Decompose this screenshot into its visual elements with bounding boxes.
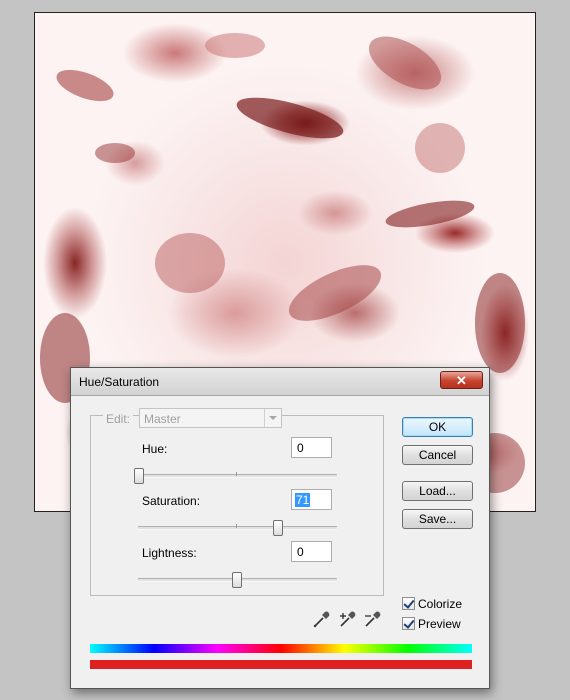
hue-slider-track[interactable] bbox=[138, 472, 337, 478]
saturation-label: Saturation: bbox=[142, 494, 201, 508]
eyedropper-icon[interactable] bbox=[312, 609, 332, 629]
dialog-title: Hue/Saturation bbox=[79, 375, 160, 389]
saturation-slider-thumb[interactable] bbox=[273, 520, 283, 536]
close-icon: ✕ bbox=[456, 372, 467, 388]
saturation-slider-center-tick bbox=[236, 524, 237, 528]
adjustment-group bbox=[90, 415, 384, 596]
saturation-value: 71 bbox=[295, 493, 311, 507]
cancel-button[interactable]: Cancel bbox=[402, 445, 473, 465]
lightness-value: 0 bbox=[297, 545, 304, 559]
hue-label: Hue: bbox=[142, 442, 168, 456]
saturation-input[interactable]: 71 bbox=[291, 489, 332, 510]
colorize-label: Colorize bbox=[418, 597, 463, 611]
hue-saturation-dialog: Hue/Saturation ✕ Edit: Master Hue: 0 Sat… bbox=[70, 367, 490, 689]
edit-select[interactable]: Master bbox=[139, 408, 282, 428]
hue-slider-center-tick bbox=[236, 472, 237, 476]
save-button[interactable]: Save... bbox=[402, 509, 473, 529]
load-button[interactable]: Load... bbox=[402, 481, 473, 501]
edit-select-value: Master bbox=[144, 412, 181, 426]
chevron-down-icon bbox=[264, 409, 281, 427]
dialog-titlebar[interactable]: Hue/Saturation ✕ bbox=[71, 368, 489, 396]
hue-input[interactable]: 0 bbox=[291, 437, 332, 458]
edit-label: Edit: bbox=[103, 412, 134, 426]
ok-button[interactable]: OK bbox=[402, 417, 473, 437]
lightness-slider-thumb[interactable] bbox=[232, 572, 242, 588]
eyedropper-minus-icon[interactable] bbox=[363, 609, 383, 629]
saturation-slider-track[interactable] bbox=[138, 524, 337, 530]
adjusted-color-bar bbox=[90, 660, 472, 669]
preview-label: Preview bbox=[418, 617, 461, 631]
hue-value: 0 bbox=[297, 441, 304, 455]
eyedropper-plus-icon[interactable] bbox=[338, 609, 358, 629]
hue-slider-thumb[interactable] bbox=[134, 468, 144, 484]
hue-spectrum-bar bbox=[90, 644, 472, 653]
close-button[interactable]: ✕ bbox=[440, 371, 483, 389]
lightness-input[interactable]: 0 bbox=[291, 541, 332, 562]
colorize-checkbox[interactable] bbox=[402, 597, 415, 610]
lightness-label: Lightness: bbox=[142, 546, 197, 560]
preview-checkbox[interactable] bbox=[402, 617, 415, 630]
